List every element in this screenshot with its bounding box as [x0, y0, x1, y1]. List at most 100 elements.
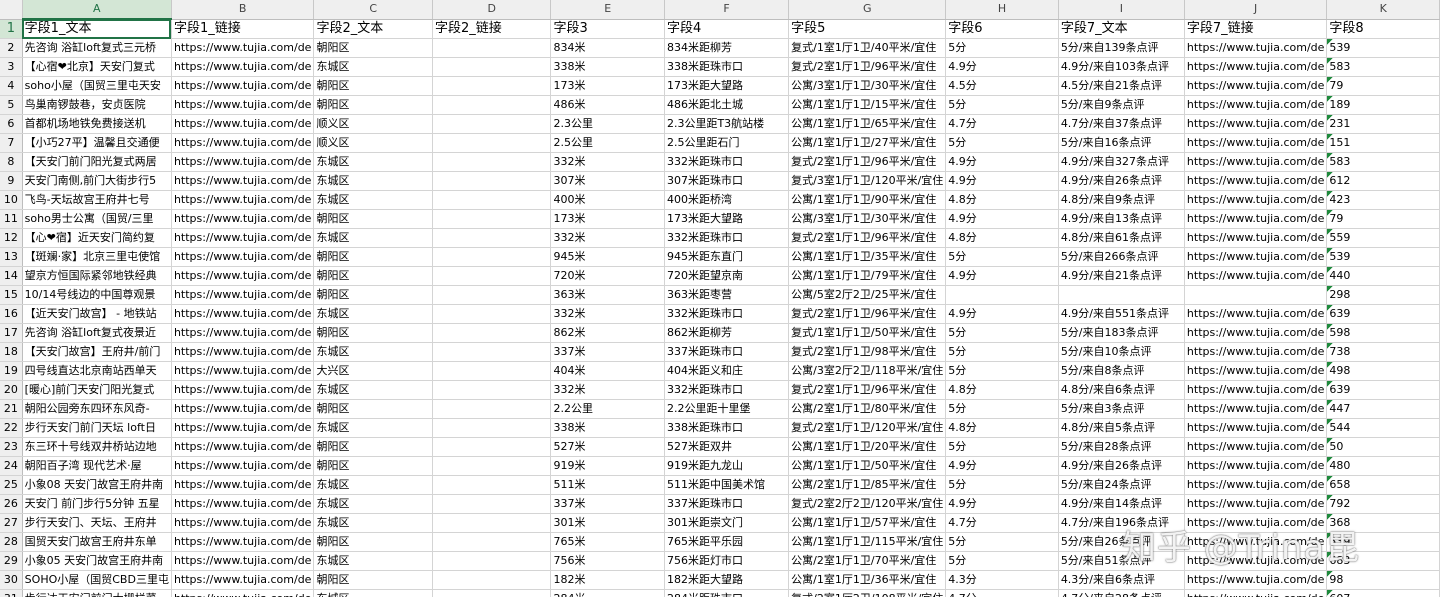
- table-cell[interactable]: 【心❤宿】近天安门简约复: [22, 228, 172, 248]
- table-cell[interactable]: 4.9分/来自26条点评: [1058, 171, 1185, 191]
- table-cell[interactable]: 4.9分/来自26条点评: [1058, 456, 1185, 476]
- table-cell[interactable]: 公寓/2室1厅1卫/70平米/宜住: [788, 551, 947, 571]
- table-cell[interactable]: 792: [1326, 494, 1440, 514]
- table-cell[interactable]: https://www.tujia.com/de: [1184, 133, 1328, 153]
- table-cell[interactable]: 4.7分/来自196条点评: [1058, 513, 1185, 533]
- table-cell[interactable]: 天安门 前门步行5分钟 五星: [22, 494, 172, 514]
- table-cell[interactable]: [432, 475, 552, 495]
- table-cell[interactable]: [432, 456, 552, 476]
- table-cell[interactable]: 先咨询 浴缸loft复式三元桥: [22, 38, 172, 58]
- table-cell[interactable]: 公寓/3室1厅1卫/30平米/宜住: [788, 76, 947, 96]
- row-header[interactable]: 17: [0, 323, 23, 343]
- row-header[interactable]: 5: [0, 95, 23, 115]
- table-cell[interactable]: 4.9分: [945, 266, 1059, 286]
- table-cell[interactable]: 2.2公里: [550, 399, 665, 419]
- row-header[interactable]: 25: [0, 475, 23, 495]
- row-header[interactable]: 1: [0, 19, 23, 39]
- table-cell[interactable]: 4.9分/来自551条点评: [1058, 304, 1185, 324]
- row-header[interactable]: 28: [0, 532, 23, 552]
- table-cell[interactable]: 307米: [550, 171, 665, 191]
- table-cell[interactable]: 4.9分: [945, 209, 1059, 229]
- table-cell[interactable]: 338米距珠市口: [664, 57, 790, 77]
- table-cell[interactable]: 173米距大望路: [664, 209, 790, 229]
- table-cell[interactable]: 字段3: [550, 19, 665, 39]
- table-cell[interactable]: [432, 323, 552, 343]
- table-cell[interactable]: 复式/2室1厅1卫/96平米/宜住: [788, 152, 947, 172]
- row-header[interactable]: 26: [0, 494, 23, 514]
- table-cell[interactable]: 332米: [550, 380, 665, 400]
- table-cell[interactable]: https://www.tujia.com/de: [1184, 304, 1328, 324]
- table-cell[interactable]: 4.8分: [945, 380, 1059, 400]
- table-cell[interactable]: 5分/来自266条点评: [1058, 247, 1185, 267]
- table-cell[interactable]: 539: [1326, 38, 1440, 58]
- table-cell[interactable]: https://www.tujia.com/de: [1184, 190, 1328, 210]
- table-cell[interactable]: 朝阳区: [313, 285, 433, 305]
- table-cell[interactable]: 字段4: [664, 19, 790, 39]
- row-header[interactable]: 29: [0, 551, 23, 571]
- table-cell[interactable]: 332米距珠市口: [664, 304, 790, 324]
- table-cell[interactable]: 368: [1326, 513, 1440, 533]
- row-header[interactable]: 21: [0, 399, 23, 419]
- table-cell[interactable]: 4.3分: [945, 570, 1059, 590]
- table-cell[interactable]: 738: [1326, 342, 1440, 362]
- table-cell[interactable]: https://www.tujia.com/de: [171, 247, 315, 267]
- table-cell[interactable]: 望京方恒国际紧邻地铁经典: [22, 266, 172, 286]
- table-cell[interactable]: 公寓/1室1厅1卫/20平米/宜住: [788, 437, 947, 457]
- table-cell[interactable]: [1058, 285, 1185, 305]
- table-cell[interactable]: 复式/2室1厅1卫/96平米/宜住: [788, 228, 947, 248]
- table-cell[interactable]: 复式/2室1厅1卫/96平米/宜住: [788, 57, 947, 77]
- table-cell[interactable]: https://www.tujia.com/de: [1184, 380, 1328, 400]
- table-cell[interactable]: 639: [1326, 304, 1440, 324]
- table-cell[interactable]: 东城区: [313, 551, 433, 571]
- row-header[interactable]: 20: [0, 380, 23, 400]
- table-cell[interactable]: 511米距中国美术馆: [664, 475, 790, 495]
- row-header[interactable]: 10: [0, 190, 23, 210]
- table-cell[interactable]: 486米距北土城: [664, 95, 790, 115]
- table-cell[interactable]: [432, 418, 552, 438]
- table-cell[interactable]: https://www.tujia.com/de: [171, 399, 315, 419]
- table-cell[interactable]: https://www.tujia.com/de: [1184, 57, 1328, 77]
- table-cell[interactable]: 945米: [550, 247, 665, 267]
- table-cell[interactable]: 182米距大望路: [664, 570, 790, 590]
- table-cell[interactable]: 首都机场地铁免费接送机: [22, 114, 172, 134]
- table-cell[interactable]: 4.9分: [945, 57, 1059, 77]
- table-cell[interactable]: 4.9分/来自13条点评: [1058, 209, 1185, 229]
- row-header[interactable]: 8: [0, 152, 23, 172]
- table-cell[interactable]: https://www.tujia.com/de: [1184, 171, 1328, 191]
- table-cell[interactable]: https://www.tujia.com/de: [1184, 570, 1328, 590]
- table-cell[interactable]: https://www.tujia.com/de: [1184, 95, 1328, 115]
- row-header[interactable]: 22: [0, 418, 23, 438]
- table-cell[interactable]: soho男士公寓（国贸/三里: [22, 209, 172, 229]
- table-cell[interactable]: https://www.tujia.com/de: [171, 266, 315, 286]
- row-header[interactable]: 23: [0, 437, 23, 457]
- table-cell[interactable]: 4.8分: [945, 418, 1059, 438]
- table-cell[interactable]: 【斑斓·家】北京三里屯使馆: [22, 247, 172, 267]
- table-cell[interactable]: 【小巧27平】温馨且交通便: [22, 133, 172, 153]
- table-cell[interactable]: https://www.tujia.com/de: [171, 437, 315, 457]
- table-cell[interactable]: 79: [1326, 209, 1440, 229]
- table-cell[interactable]: [432, 209, 552, 229]
- table-cell[interactable]: https://www.tujia.com/de: [1184, 76, 1328, 96]
- table-cell[interactable]: 4.7分: [945, 513, 1059, 533]
- row-header[interactable]: 3: [0, 57, 23, 77]
- table-cell[interactable]: 862米距柳芳: [664, 323, 790, 343]
- table-cell[interactable]: [432, 114, 552, 134]
- table-cell[interactable]: https://www.tujia.com/de: [1184, 247, 1328, 267]
- table-cell[interactable]: 720米: [550, 266, 665, 286]
- table-cell[interactable]: 5分/来自24条点评: [1058, 475, 1185, 495]
- table-cell[interactable]: 东城区: [313, 152, 433, 172]
- table-cell[interactable]: 10/14号线边的中国尊观景: [22, 285, 172, 305]
- table-cell[interactable]: https://www.tujia.com/de: [1184, 494, 1328, 514]
- table-cell[interactable]: 284米距珠市口: [664, 589, 790, 597]
- table-cell[interactable]: https://www.tujia.com/de: [1184, 399, 1328, 419]
- table-cell[interactable]: 国贸天安门故宫王府井东单: [22, 532, 172, 552]
- table-cell[interactable]: https://www.tujia.com/de: [171, 285, 315, 305]
- table-cell[interactable]: [432, 247, 552, 267]
- table-cell[interactable]: 337米距珠市口: [664, 494, 790, 514]
- table-cell[interactable]: 4.9分: [945, 494, 1059, 514]
- table-cell[interactable]: 4.8分: [945, 190, 1059, 210]
- table-cell[interactable]: 5分: [945, 475, 1059, 495]
- table-cell[interactable]: https://www.tujia.com/de: [1184, 323, 1328, 343]
- table-cell[interactable]: 朝阳公园旁东四环东风奇-: [22, 399, 172, 419]
- table-cell[interactable]: 东城区: [313, 190, 433, 210]
